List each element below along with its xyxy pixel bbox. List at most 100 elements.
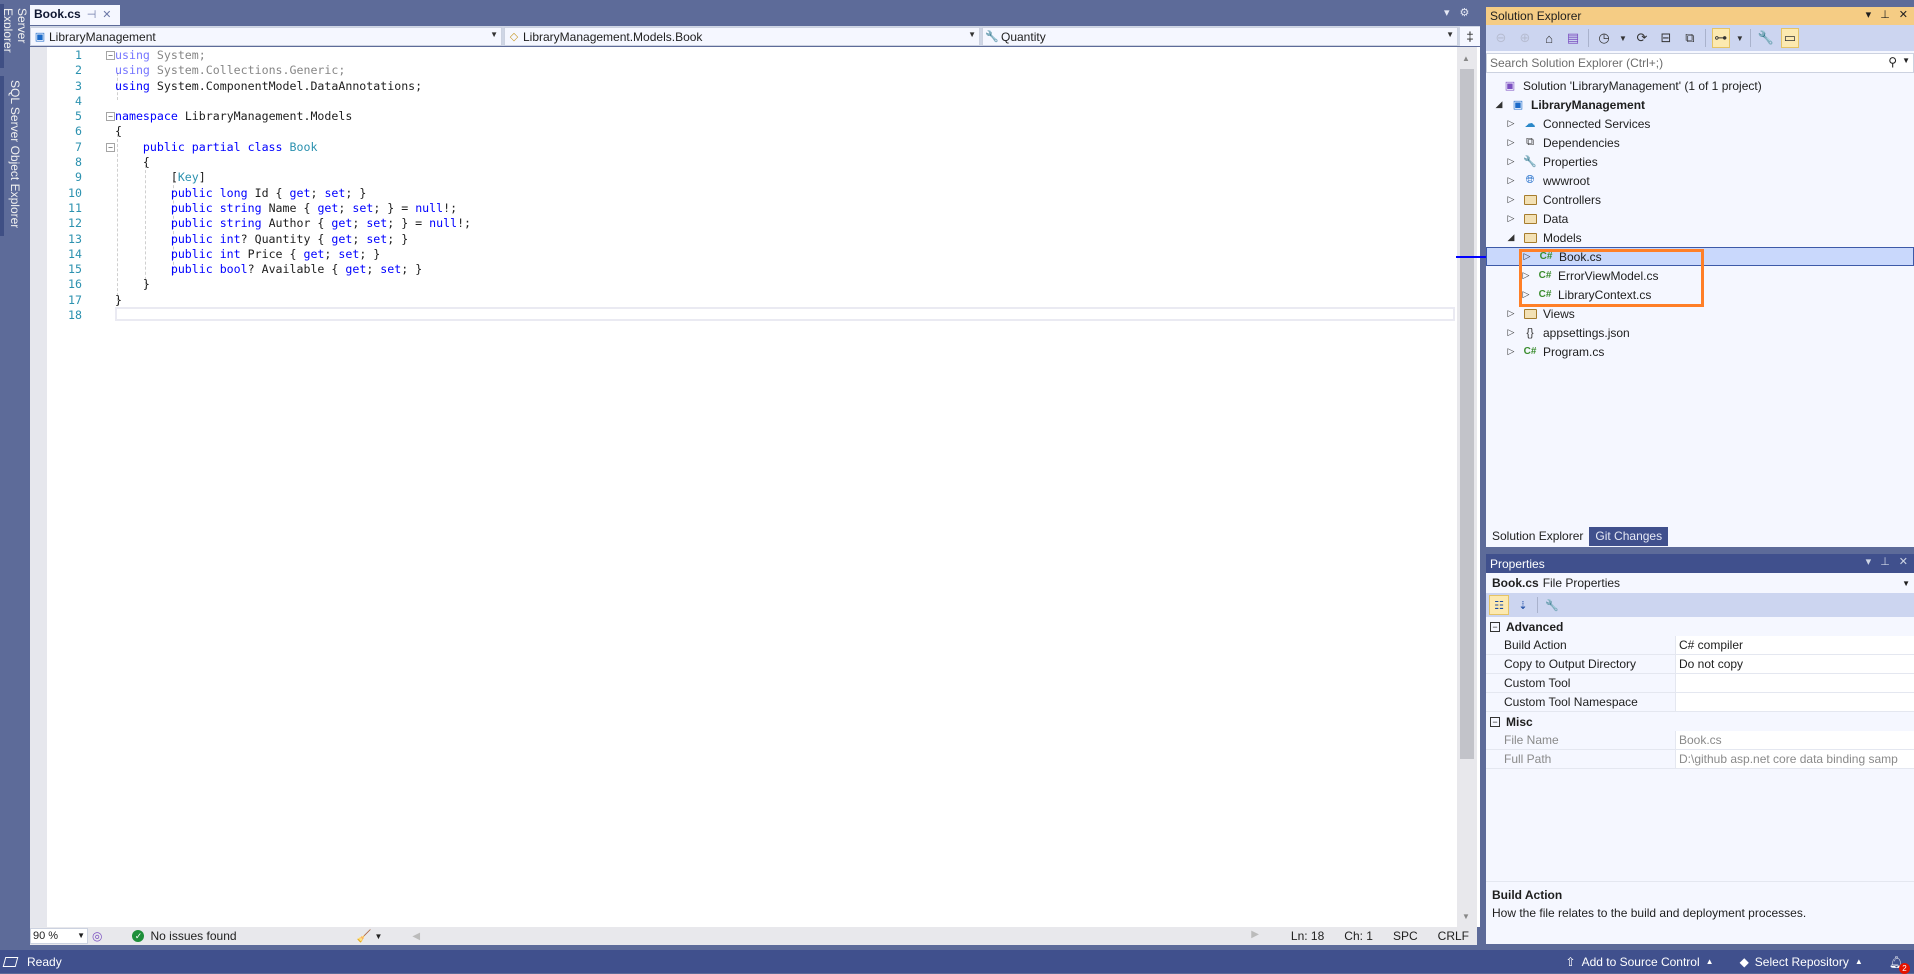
- code-line[interactable]: 17}: [47, 293, 1457, 308]
- scroll-right-icon[interactable]: ▶: [1251, 929, 1259, 943]
- member-dropdown[interactable]: 🔧 Quantity ▼: [982, 27, 1458, 46]
- collapse-arrow-icon[interactable]: ◢: [1506, 232, 1516, 243]
- whitespace-mode[interactable]: SPC: [1393, 929, 1418, 943]
- code-line[interactable]: 13 public int? Quantity { get; set; }: [47, 232, 1457, 247]
- property-value[interactable]: C# compiler: [1675, 636, 1914, 654]
- code-line[interactable]: 14 public int Price { get; set; }: [47, 247, 1457, 262]
- wrench-icon[interactable]: 🔧: [1757, 28, 1775, 48]
- scroll-down-icon[interactable]: ▼: [1462, 912, 1470, 921]
- pin-icon[interactable]: ⊥: [1880, 8, 1890, 21]
- collapse-category-icon[interactable]: −: [1490, 716, 1500, 727]
- property-value[interactable]: Do not copy: [1675, 655, 1914, 673]
- tree-item[interactable]: ▷ Controllers: [1486, 190, 1914, 209]
- collapse-category-icon[interactable]: −: [1490, 621, 1500, 632]
- property-row[interactable]: Custom Tool Namespace: [1486, 693, 1914, 712]
- tree-item[interactable]: ◢ ▣ LibraryManagement: [1486, 95, 1914, 114]
- collapse-arrow-icon[interactable]: ◢: [1494, 99, 1504, 110]
- document-tab-book-cs[interactable]: Book.cs ⊣ ✕: [30, 5, 120, 25]
- expand-arrow-icon[interactable]: ▷: [1506, 308, 1516, 319]
- issues-indicator[interactable]: ✓ No issues found: [132, 929, 237, 943]
- pending-changes-filter-icon[interactable]: ◷: [1595, 28, 1613, 48]
- tree-item[interactable]: ▷ Data: [1486, 209, 1914, 228]
- tree-item[interactable]: ▷ ☁ Connected Services: [1486, 114, 1914, 133]
- code-line[interactable]: 6{: [47, 124, 1457, 139]
- add-to-source-control-button[interactable]: ⇧ Add to Source Control ▲: [1566, 955, 1714, 969]
- column-number[interactable]: Ch: 1: [1344, 929, 1373, 943]
- sync-icon[interactable]: ⟳: [1633, 28, 1651, 48]
- chevron-down-icon[interactable]: ▼: [1902, 56, 1910, 65]
- expand-arrow-icon[interactable]: ▷: [1506, 213, 1516, 224]
- expand-arrow-icon[interactable]: ▷: [1506, 327, 1516, 338]
- tree-item[interactable]: ▷ {} appsettings.json: [1486, 323, 1914, 342]
- tree-item[interactable]: ▷ 🌐︎ wwwroot: [1486, 171, 1914, 190]
- code-line[interactable]: 1 − using System;: [47, 48, 1457, 63]
- code-line[interactable]: 2 using System.Collections.Generic;: [47, 63, 1457, 78]
- expand-arrow-icon[interactable]: ▷: [1506, 346, 1516, 357]
- collapse-region-icon[interactable]: −: [106, 51, 115, 60]
- code-line[interactable]: 18: [47, 308, 1457, 323]
- property-row[interactable]: File Name Book.cs: [1486, 731, 1914, 750]
- notifications-button[interactable]: 🔔︎ 2: [1889, 955, 1910, 974]
- editor-vertical-scrollbar[interactable]: ▲ ▼: [1457, 47, 1477, 927]
- sql-server-object-explorer-tab[interactable]: SQL Server Object Explorer: [0, 76, 26, 236]
- tree-item[interactable]: ▣ Solution 'LibraryManagement' (1 of 1 pr…: [1486, 76, 1914, 95]
- line-number[interactable]: Ln: 18: [1291, 929, 1324, 943]
- pin-icon[interactable]: ⊣: [87, 8, 97, 21]
- home-icon[interactable]: ⌂: [1540, 28, 1558, 48]
- code-line[interactable]: 11 public string Name { get; set; } = nu…: [47, 201, 1457, 216]
- expand-arrow-icon[interactable]: ▷: [1506, 118, 1516, 129]
- alphabetical-sort-icon[interactable]: ⇣: [1513, 595, 1533, 615]
- scrollbar-thumb[interactable]: [1460, 69, 1474, 759]
- select-repository-button[interactable]: ◆ Select Repository ▲: [1740, 955, 1863, 969]
- categorized-icon[interactable]: ☷: [1489, 595, 1509, 615]
- code-line[interactable]: 4: [47, 94, 1457, 109]
- expand-arrow-icon[interactable]: ▷: [1506, 137, 1516, 148]
- server-explorer-tab[interactable]: Server Explorer: [0, 4, 29, 68]
- close-icon[interactable]: ✕: [1899, 555, 1908, 568]
- line-ending[interactable]: CRLF: [1438, 929, 1469, 943]
- scroll-left-icon[interactable]: ◀: [412, 931, 420, 942]
- type-dropdown[interactable]: ◇ LibraryManagement.Models.Book ▼: [504, 27, 980, 46]
- tree-item[interactable]: ▷ 🔧 Properties: [1486, 152, 1914, 171]
- property-row[interactable]: Copy to Output Directory Do not copy: [1486, 655, 1914, 674]
- code-line[interactable]: 16 }: [47, 277, 1457, 292]
- property-row[interactable]: Custom Tool: [1486, 674, 1914, 693]
- split-editor-icon[interactable]: ‡: [1460, 27, 1480, 46]
- switch-views-icon[interactable]: ▤: [1564, 28, 1582, 48]
- property-pages-icon[interactable]: 🔧: [1542, 595, 1562, 615]
- code-line[interactable]: 3 using System.ComponentModel.DataAnnotat…: [47, 79, 1457, 94]
- code-line[interactable]: 8 {: [47, 155, 1457, 170]
- show-all-files-icon[interactable]: ⧉: [1681, 28, 1699, 48]
- collapse-region-icon[interactable]: −: [106, 112, 115, 122]
- pin-icon[interactable]: ⊥: [1880, 555, 1890, 568]
- window-menu-icon[interactable]: ▾: [1866, 555, 1872, 568]
- gear-icon[interactable]: ⚙: [1460, 6, 1470, 19]
- expand-arrow-icon[interactable]: ▷: [1506, 156, 1516, 167]
- collapse-all-icon[interactable]: ⊟: [1657, 28, 1675, 48]
- track-active-item-icon[interactable]: ⊶: [1711, 28, 1730, 48]
- code-line[interactable]: 9 [Key]: [47, 170, 1457, 185]
- collapse-region-icon[interactable]: −: [106, 142, 115, 152]
- tree-item[interactable]: ◢ Models: [1486, 228, 1914, 247]
- solution-explorer-search-input[interactable]: Search Solution Explorer (Ctrl+;) ⚲ ▼: [1486, 53, 1914, 73]
- code-line[interactable]: 7 − public partial class Book: [47, 140, 1457, 155]
- forward-icon[interactable]: ⊕: [1516, 28, 1534, 48]
- search-icon[interactable]: ⚲: [1888, 55, 1897, 69]
- property-value[interactable]: [1675, 693, 1914, 711]
- tab-git-changes[interactable]: Git Changes: [1589, 527, 1669, 546]
- property-row[interactable]: Build Action C# compiler: [1486, 636, 1914, 655]
- tree-item[interactable]: ▷ ⧉ Dependencies: [1486, 133, 1914, 152]
- tree-item[interactable]: ▷ C# Program.cs: [1486, 342, 1914, 361]
- expand-arrow-icon[interactable]: ▷: [1506, 194, 1516, 205]
- chevron-down-icon[interactable]: ▼: [1736, 34, 1744, 43]
- property-row[interactable]: Full Path D:\github asp.net core data bin…: [1486, 750, 1914, 769]
- code-line[interactable]: 15 public bool? Available { get; set; }: [47, 262, 1457, 277]
- chevron-down-icon[interactable]: ▼: [1619, 34, 1627, 43]
- code-line[interactable]: 12 public string Author { get; set; } = …: [47, 216, 1457, 231]
- project-dropdown[interactable]: ▣ LibraryManagement ▼: [30, 27, 502, 46]
- zoom-level-dropdown[interactable]: 90 % ▼: [30, 928, 88, 944]
- close-icon[interactable]: ✕: [102, 8, 111, 21]
- scroll-up-icon[interactable]: ▲: [1462, 54, 1470, 63]
- intellicode-icon[interactable]: ◎: [92, 929, 102, 943]
- property-category[interactable]: − Misc: [1486, 712, 1914, 731]
